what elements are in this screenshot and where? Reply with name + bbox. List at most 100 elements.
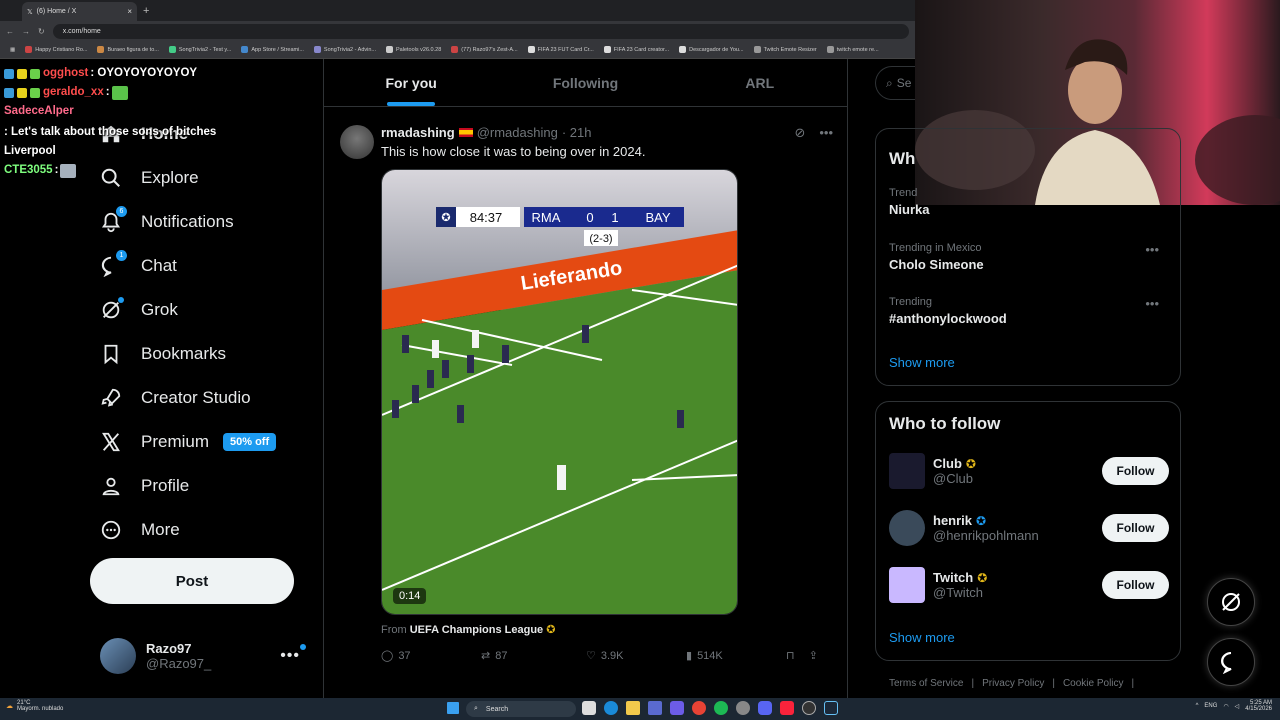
reply-button[interactable]: ◯ 37 [381,649,481,663]
tweet-time[interactable]: · 21h [562,125,592,140]
share-icon[interactable]: ⇪ [809,649,818,662]
grok-icon[interactable]: ⊘ [794,125,805,141]
task-view-icon[interactable] [582,701,596,715]
discord-icon[interactable] [758,701,772,715]
messages-fab[interactable] [1207,638,1255,686]
tray-chevron-icon[interactable]: ^ [1196,703,1199,709]
trends-title: Wh [889,149,916,168]
bookmark-item[interactable]: Descargador de You... [679,46,744,53]
tweet-video[interactable]: Lieferando ✪ 84:37 RMA 0 1 BAY (2-3) 0:1… [381,169,738,615]
obs-icon[interactable] [802,701,816,715]
nav-item-profile[interactable]: Profile [90,464,310,508]
bookmark-item[interactable]: FIFA 23 Card creator... [603,46,669,53]
trend-more-icon[interactable]: ••• [1145,242,1159,257]
suggestion-handle: @Twitch [933,585,984,600]
reload-icon[interactable]: ↻ [38,27,45,36]
nav-item-creator-studio[interactable]: Creator Studio [90,376,310,420]
trend-more-icon[interactable]: ••• [1145,296,1159,311]
repost-button[interactable]: ⇄ 87 [481,649,586,663]
tab-for-you[interactable]: For you [324,59,498,106]
nav-item-grok[interactable]: Grok [90,288,310,332]
bookmark-item[interactable]: Happy Cristiano Ro... [25,46,87,53]
bookmark-item[interactable]: App Store / Streami... [241,46,304,53]
account-switcher[interactable]: Razo97 @Razo97_ ••• [100,638,310,674]
account-more-icon[interactable]: ••• [280,644,306,665]
tab-arl[interactable]: ARL [673,59,847,106]
footer-link[interactable]: Privacy Policy [982,678,1044,689]
wifi-icon[interactable]: ◠ [1223,703,1228,710]
bookmark-item[interactable]: Twitch Emote Resizer [753,46,817,53]
chrome-icon[interactable] [692,701,706,715]
footer-link[interactable]: Terms of Service [889,678,963,689]
trend-item[interactable]: Trend Niurka [889,187,1169,217]
nav-item-bookmarks[interactable]: Bookmarks [90,332,310,376]
chat-username: geraldo_xx [43,86,104,98]
nav-item-premium[interactable]: Premium 50% off [90,420,310,464]
follow-button[interactable]: Follow [1102,457,1169,485]
verified-gold-icon: ✪ [965,456,976,471]
footer-link[interactable]: Cookie Policy [1063,678,1124,689]
search-input[interactable]: ⌕ Se [875,66,915,100]
edge-icon[interactable] [604,701,618,715]
tweet-handle[interactable]: @rmadashing [477,125,558,140]
views-button[interactable]: ▮ 514K [686,649,786,663]
bookmark-item[interactable]: SongTrivia2 - Test y... [168,46,231,53]
bookmark-item[interactable]: FIFA 23 FUT Card Cr... [527,46,594,53]
nav-item-more[interactable]: More [90,508,310,552]
bookmark-item[interactable]: SongTrivia2 - Advin... [313,46,376,53]
rocket-icon [100,387,122,409]
trend-item[interactable]: Trending #anthonylockwood ••• [889,296,1169,326]
follow-suggestion[interactable]: Club ✪ @Club Follow [889,452,1169,490]
xbox-icon[interactable] [736,701,750,715]
bookmark-item[interactable]: (77) Razo97's Zest-A... [451,46,518,53]
tweet-avatar[interactable] [340,125,374,159]
new-tab-button[interactable]: + [143,5,149,17]
app-icon[interactable] [670,701,684,715]
apps-grid-icon[interactable]: ▦ [10,47,15,53]
chat-badge-icon [17,87,27,98]
footer-separator: | [1131,678,1135,689]
steam-icon[interactable] [824,701,838,715]
tab-close-icon[interactable]: × [127,7,132,16]
like-button[interactable]: ♡ 3.9K [586,649,686,663]
weather-widget[interactable]: ☁ 21°C Mayorm. nublado [6,700,63,712]
address-input[interactable]: x.com/home [52,23,909,39]
grok-fab[interactable] [1207,578,1255,626]
tweet-source-link[interactable]: UEFA Champions League [410,624,543,636]
volume-icon[interactable]: ◁ [1235,703,1240,710]
nav-item-notifications[interactable]: 6 Notifications [90,200,310,244]
tab-following[interactable]: Following [498,59,672,106]
more-icon[interactable]: ••• [819,125,833,141]
clock[interactable]: 5:25 AM 4/15/2026 [1245,700,1272,712]
trends-show-more[interactable]: Show more [889,355,955,370]
bookmark-item[interactable]: twitch emote re... [826,46,879,53]
follow-button[interactable]: Follow [1102,571,1169,599]
windows-start-icon[interactable] [447,702,459,714]
follow-button[interactable]: Follow [1102,514,1169,542]
tweet-author-name[interactable]: rmadashing [381,125,455,140]
suggestion-name: Twitch [933,570,974,585]
follow-suggestion[interactable]: henrik ✪ @henrikpohlmann Follow [889,509,1169,547]
premium-offer-badge[interactable]: 50% off [223,433,277,451]
trend-item[interactable]: Trending in Mexico Cholo Simeone ••• [889,242,1169,272]
follow-suggestion[interactable]: Twitch ✪ @Twitch Follow [889,566,1169,604]
nav-item-chat[interactable]: 1 Chat [90,244,310,288]
nav-item-label: Chat [141,256,177,275]
tray-lang[interactable]: ENG [1204,703,1217,709]
views-icon: ▮ [686,650,693,662]
avatar [889,567,925,603]
post-button[interactable]: Post [90,558,294,604]
forward-icon[interactable]: → [22,27,30,36]
who-to-follow-show-more[interactable]: Show more [889,630,955,645]
back-icon[interactable]: ← [6,27,14,36]
chat-emote-icon [60,163,77,178]
bookmark-item[interactable]: Paletools v26.0.28 [386,46,441,53]
music-icon[interactable] [780,701,794,715]
folder-icon[interactable] [626,701,640,715]
taskbar-search[interactable]: ⌕ Search [466,701,576,717]
store-icon[interactable] [648,701,662,715]
bookmark-item[interactable]: Buraeo figura de to... [97,46,159,53]
browser-tab[interactable]: 𝕏 (6) Home / X × [22,2,137,21]
bookmark-icon[interactable]: ⊓ [786,649,795,662]
spotify-icon[interactable] [714,701,728,715]
